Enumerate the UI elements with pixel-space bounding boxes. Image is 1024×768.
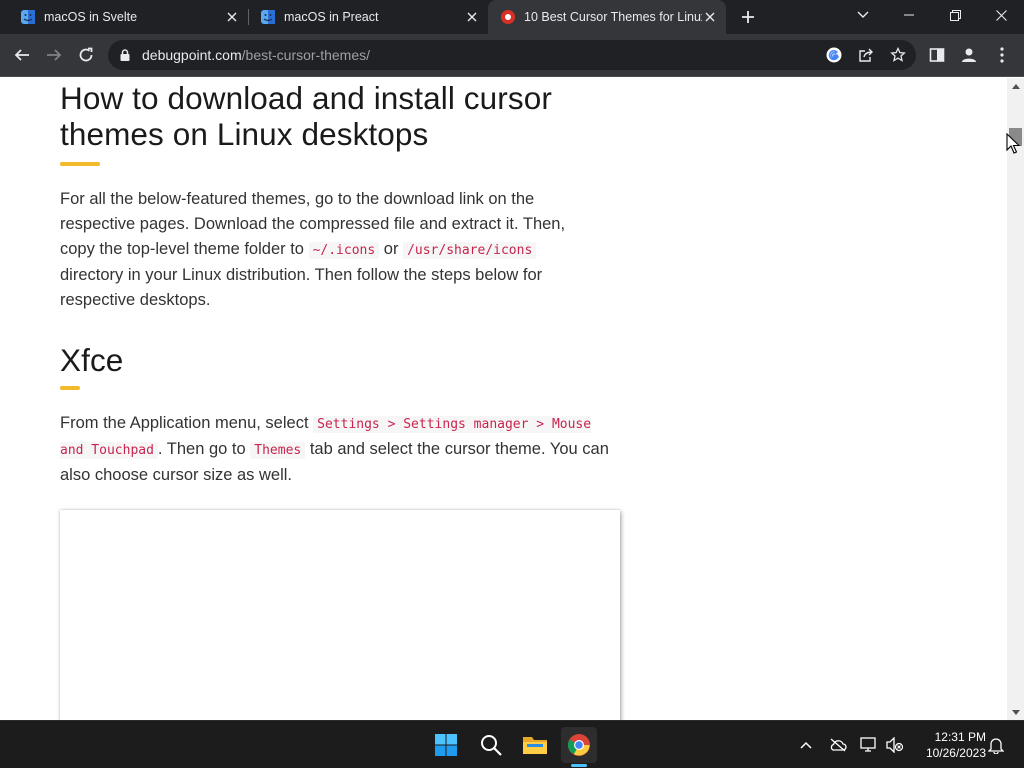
google-icon xyxy=(826,47,842,63)
network-button[interactable] xyxy=(859,735,879,755)
lock-icon[interactable] xyxy=(118,48,132,62)
active-app-indicator xyxy=(571,764,587,767)
file-explorer-button[interactable] xyxy=(517,727,553,763)
show-hidden-icons-button[interactable] xyxy=(796,735,816,755)
page-scrollbar[interactable] xyxy=(1007,78,1024,720)
paragraph-text: . Then go to xyxy=(157,440,246,458)
side-panel-button[interactable] xyxy=(925,43,949,67)
clock-time: 12:31 PM xyxy=(934,730,986,744)
chevron-down-icon xyxy=(857,11,869,18)
paragraph: From the Application menu, select Settin… xyxy=(60,411,620,488)
restore-icon xyxy=(949,9,961,21)
share-button[interactable] xyxy=(856,45,876,65)
paragraph: For all the below-featured themes, go to… xyxy=(60,187,600,313)
tab-title: 10 Best Cursor Themes for Linux xyxy=(524,10,702,24)
windows-icon xyxy=(435,734,457,756)
tab-macos-preact[interactable]: macOS in Preact xyxy=(248,0,488,34)
url-path: /best-cursor-themes/ xyxy=(241,47,371,63)
back-button[interactable] xyxy=(10,43,34,67)
profile-button[interactable] xyxy=(957,43,981,67)
section-heading: How to download and install cursor theme… xyxy=(60,80,630,152)
heading-underline xyxy=(60,162,100,166)
side-panel-icon xyxy=(929,48,945,62)
paragraph-text: From the Application menu, select xyxy=(60,414,309,432)
arrow-up-icon xyxy=(1011,83,1020,89)
tab-strip: macOS in Svelte macOS in Preact 10 Best … xyxy=(0,0,1024,34)
notifications-button[interactable] xyxy=(986,735,1006,755)
paragraph-text: directory in your Linux distribution. Th… xyxy=(60,266,543,309)
inline-code: /usr/share/icons xyxy=(403,242,537,259)
arrow-down-icon xyxy=(1011,709,1020,715)
tab-search-button[interactable] xyxy=(840,0,886,30)
browser-toolbar: debugpoint.com/best-cursor-themes/ xyxy=(0,34,1024,77)
network-icon xyxy=(860,737,876,752)
scroll-down-button[interactable] xyxy=(1007,704,1024,720)
heading-line: How to download and install cursor xyxy=(60,80,552,116)
chevron-up-icon xyxy=(800,741,812,749)
inline-code: Themes xyxy=(250,442,306,459)
heading-underline xyxy=(60,386,80,390)
page-viewport: How to download and install cursor theme… xyxy=(0,78,1007,720)
taskbar: 12:31 PM 10/26/2023 xyxy=(0,720,1024,768)
google-lens-button[interactable] xyxy=(824,45,844,65)
close-icon xyxy=(995,9,1007,21)
chrome-taskbar-button[interactable] xyxy=(561,727,597,763)
folder-icon xyxy=(523,737,547,754)
finder-icon xyxy=(21,10,35,24)
finder-icon xyxy=(261,10,275,24)
reload-icon xyxy=(79,47,93,62)
new-tab-button[interactable] xyxy=(738,7,758,27)
more-vertical-icon xyxy=(1000,47,1004,63)
address-bar[interactable]: debugpoint.com/best-cursor-themes/ xyxy=(108,40,916,70)
clock[interactable]: 12:31 PM 10/26/2023 xyxy=(912,729,986,761)
close-window-button[interactable] xyxy=(978,0,1024,30)
tab-cursor-themes[interactable]: 10 Best Cursor Themes for Linux xyxy=(488,0,726,34)
inline-code: ~/.icons xyxy=(308,242,380,259)
search-button[interactable] xyxy=(473,727,509,763)
minimize-button[interactable] xyxy=(886,0,932,30)
reload-button[interactable] xyxy=(74,43,98,67)
speaker-muted-icon xyxy=(886,737,904,753)
tab-title: macOS in Preact xyxy=(284,10,379,24)
tab-title: macOS in Svelte xyxy=(44,10,138,24)
article-image xyxy=(60,510,620,720)
plus-icon xyxy=(742,11,754,23)
cloud-off-icon xyxy=(830,738,847,752)
clock-date: 10/26/2023 xyxy=(925,746,986,760)
onedrive-button[interactable] xyxy=(828,735,848,755)
tab-macos-svelte[interactable]: macOS in Svelte xyxy=(0,0,249,34)
volume-button[interactable] xyxy=(885,735,905,755)
chrome-icon xyxy=(568,734,590,756)
url-domain: debugpoint.com xyxy=(142,47,242,63)
scroll-up-button[interactable] xyxy=(1007,78,1024,94)
close-tab-icon[interactable] xyxy=(464,9,480,25)
search-icon xyxy=(481,735,502,756)
star-icon xyxy=(890,47,906,62)
minimize-icon xyxy=(904,14,914,16)
close-tab-icon[interactable] xyxy=(224,9,240,25)
profile-icon xyxy=(962,48,976,62)
heading-line: themes on Linux desktops xyxy=(60,116,429,152)
url-text[interactable]: debugpoint.com/best-cursor-themes/ xyxy=(142,47,370,63)
close-tab-icon[interactable] xyxy=(702,9,718,25)
bell-icon xyxy=(988,738,1004,754)
mouse-cursor-icon xyxy=(1006,133,1020,154)
restore-button[interactable] xyxy=(932,0,978,30)
section-heading: Xfce xyxy=(60,342,124,378)
arrow-left-icon xyxy=(14,49,29,61)
forward-button[interactable] xyxy=(42,43,66,67)
debugpoint-icon xyxy=(501,10,515,24)
start-button[interactable] xyxy=(428,727,464,763)
menu-button[interactable] xyxy=(990,43,1014,67)
share-icon xyxy=(859,48,873,62)
paragraph-text: or xyxy=(383,240,399,258)
arrow-right-icon xyxy=(47,49,62,61)
bookmark-button[interactable] xyxy=(888,45,908,65)
